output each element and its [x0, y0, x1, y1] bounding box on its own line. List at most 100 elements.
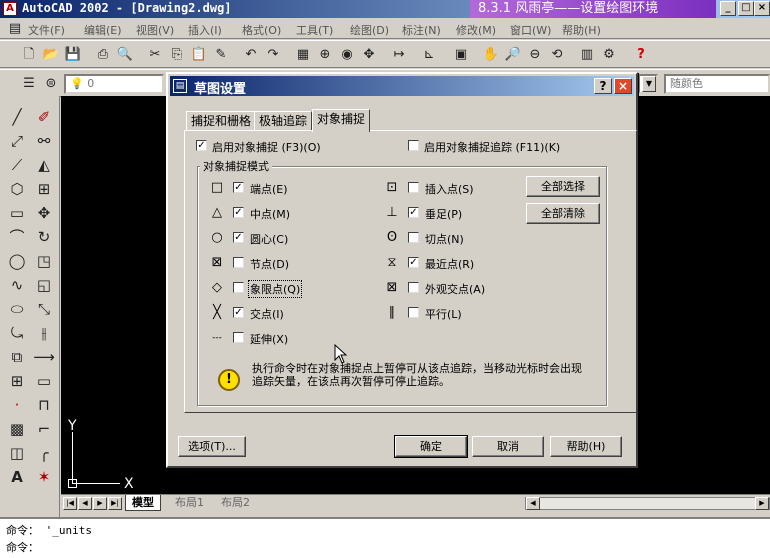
adcenter-icon[interactable]: ⚙ — [600, 46, 618, 64]
menu-edit[interactable]: 编辑(E) — [84, 22, 122, 38]
menu-draw[interactable]: 绘图(D) — [350, 22, 389, 38]
distance-icon[interactable]: ↦ — [390, 46, 408, 64]
cancel-button[interactable]: 取消 — [472, 436, 544, 457]
multiline-text-icon[interactable]: A — [6, 466, 28, 488]
zoom-realtime-icon[interactable]: 🔎 — [504, 46, 522, 64]
enable-osnap-checkbox[interactable]: ✓ — [196, 140, 207, 151]
next-tab-icon[interactable]: ▶ — [93, 497, 107, 510]
object-snap-toolbar-icon[interactable]: ✥ — [360, 46, 378, 64]
properties-icon[interactable]: ▥ — [578, 46, 596, 64]
layer-combo[interactable]: 💡 0 — [64, 74, 164, 94]
menu-view[interactable]: 视图(V) — [136, 22, 174, 38]
cut-icon[interactable]: ✂ — [146, 46, 164, 64]
mirror-icon[interactable]: ◭ — [33, 154, 55, 176]
help-icon[interactable]: ? — [632, 46, 650, 64]
endpoint-label[interactable]: 端点(E) — [250, 181, 288, 197]
break-icon[interactable]: ▭ — [33, 370, 55, 392]
tangent-label[interactable]: 切点(N) — [425, 231, 464, 247]
zoom-previous-icon[interactable]: ⟲ — [548, 46, 566, 64]
redo-icon[interactable]: ↷ — [264, 46, 282, 64]
apparent-intersection-checkbox[interactable] — [408, 282, 419, 293]
tab-layout2[interactable]: 布局2 — [215, 495, 256, 511]
copy-icon[interactable]: ⎘ — [168, 46, 186, 64]
tab-object-snap[interactable]: 对象捕捉 — [312, 109, 371, 132]
perpendicular-checkbox[interactable]: ✓ — [408, 207, 419, 218]
enable-osnap-label[interactable]: 启用对象捕捉 (F3)(O) — [212, 139, 321, 155]
perpendicular-label[interactable]: 垂足(P) — [425, 206, 462, 222]
design-center-icon[interactable]: ▦ — [294, 46, 312, 64]
break-at-point-icon[interactable]: ⊓ — [33, 394, 55, 416]
quadrant-checkbox[interactable] — [233, 282, 244, 293]
tab-polar-tracking[interactable]: 极轴追踪 — [254, 111, 313, 131]
arc-icon[interactable]: ⌒ — [6, 226, 28, 248]
node-label[interactable]: 节点(D) — [250, 256, 289, 272]
combo-dropdown[interactable]: ▼ — [638, 74, 658, 94]
scale-icon[interactable]: ◳ — [33, 250, 55, 272]
insert-block-icon[interactable]: ⧉ — [6, 346, 28, 368]
intersection-checkbox[interactable]: ✓ — [233, 307, 244, 318]
hyperlink-icon[interactable]: ⊕ — [316, 46, 334, 64]
enable-tracking-label[interactable]: 启用对象捕捉追踪 (F11)(K) — [424, 139, 560, 155]
nearest-checkbox[interactable]: ✓ — [408, 257, 419, 268]
ellipse-icon[interactable]: ⬭ — [6, 298, 28, 320]
explode-icon[interactable]: ✶ — [33, 466, 55, 488]
stretch-icon[interactable]: ◱ — [33, 274, 55, 296]
undo-icon[interactable]: ↶ — [242, 46, 260, 64]
pan-icon[interactable]: ✋ — [482, 46, 500, 64]
midpoint-checkbox[interactable]: ✓ — [233, 207, 244, 218]
tangent-checkbox[interactable] — [408, 232, 419, 243]
select-all-button[interactable]: 全部选择 — [526, 176, 600, 197]
spline-icon[interactable]: ∿ — [6, 274, 28, 296]
enable-tracking-checkbox[interactable] — [408, 140, 419, 151]
tool-palette-icon[interactable]: ◉ — [338, 46, 356, 64]
scroll-left-icon[interactable]: ◀ — [526, 497, 540, 510]
parallel-checkbox[interactable] — [408, 307, 419, 318]
center-checkbox[interactable]: ✓ — [233, 232, 244, 243]
dialog-title-bar[interactable]: ▤ 草图设置 ? × — [170, 76, 634, 97]
rectangle-icon[interactable]: ▭ — [6, 202, 28, 224]
dialog-close-button[interactable]: × — [614, 78, 632, 94]
menu-tools[interactable]: 工具(T) — [296, 22, 333, 38]
ellipse-arc-icon[interactable]: ⤿ — [6, 322, 28, 344]
polyline-icon[interactable]: ⟋ — [6, 154, 28, 176]
ok-button[interactable]: 确定 — [394, 435, 468, 458]
construction-line-icon[interactable]: ⤢ — [6, 130, 28, 152]
menu-modify[interactable]: 修改(M) — [456, 22, 496, 38]
print-preview-icon[interactable]: 🔍 — [116, 46, 134, 64]
layer-manager-icon[interactable]: ☰ — [20, 75, 38, 93]
menu-file[interactable]: 文件(F) — [28, 22, 65, 38]
clear-all-button[interactable]: 全部清除 — [526, 203, 600, 224]
extension-checkbox[interactable] — [233, 332, 244, 343]
menu-help[interactable]: 帮助(H) — [562, 22, 601, 38]
match-properties-icon[interactable]: ✎ — [212, 46, 230, 64]
nearest-label[interactable]: 最近点(R) — [425, 256, 474, 272]
move-icon[interactable]: ✥ — [33, 202, 55, 224]
menu-dimension[interactable]: 标注(N) — [402, 22, 441, 38]
zoom-window-icon[interactable]: ⊖ — [526, 46, 544, 64]
insertion-checkbox[interactable] — [408, 182, 419, 193]
circle-icon[interactable]: ◯ — [6, 250, 28, 272]
named-views-icon[interactable]: ▣ — [452, 46, 470, 64]
chamfer-icon[interactable]: ⌐ — [33, 418, 55, 440]
menu-insert[interactable]: 插入(I) — [188, 22, 222, 38]
lengthen-icon[interactable]: ⤡ — [33, 298, 55, 320]
tab-layout1[interactable]: 布局1 — [169, 495, 210, 511]
array-icon[interactable]: ⊞ — [33, 178, 55, 200]
new-file-icon[interactable]: 🗋 — [20, 46, 38, 64]
ucs-icon[interactable]: ⊾ — [420, 46, 438, 64]
document-icon[interactable]: ▤ — [6, 20, 24, 38]
paste-icon[interactable]: 📋 — [190, 46, 208, 64]
rotate-icon[interactable]: ↻ — [33, 226, 55, 248]
node-checkbox[interactable] — [233, 257, 244, 268]
minimize-button[interactable]: _ — [720, 1, 736, 16]
options-button[interactable]: 选项(T)... — [178, 436, 246, 457]
apparent-intersection-label[interactable]: 外观交点(A) — [425, 281, 485, 297]
trim-icon[interactable]: ⫲ — [33, 322, 55, 344]
prev-tab-icon[interactable]: ◀ — [78, 497, 92, 510]
quadrant-label[interactable]: 象限点(Q) — [248, 280, 303, 298]
maximize-button[interactable]: □ — [738, 1, 754, 16]
dialog-help-button[interactable]: ? — [594, 78, 612, 94]
erase-icon[interactable]: ✐ — [33, 106, 55, 128]
endpoint-checkbox[interactable]: ✓ — [233, 182, 244, 193]
center-label[interactable]: 圆心(C) — [250, 231, 288, 247]
